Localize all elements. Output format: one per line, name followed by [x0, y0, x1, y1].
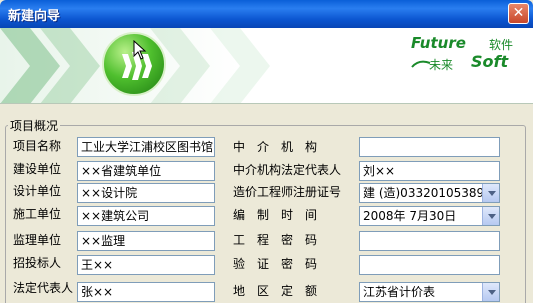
dropdown-arrow-icon[interactable]: [482, 283, 499, 301]
dropdown-arrow-icon[interactable]: [482, 184, 499, 202]
window-title: 新建向导: [8, 9, 61, 24]
label-verify-password: 验 证 密 码: [233, 257, 318, 271]
mouse-cursor-icon: [133, 40, 147, 60]
construction-unit-field[interactable]: ××省建筑单位: [77, 161, 215, 181]
prepare-date-value: 2008年 7月30日: [363, 209, 457, 223]
legal-rep-field[interactable]: 张××: [77, 282, 215, 302]
contractor-field[interactable]: ××建筑公司: [77, 206, 215, 226]
label-supervision-unit: 监理单位: [13, 233, 62, 247]
prepare-date-picker[interactable]: 2008年 7月30日: [359, 206, 500, 226]
label-agency-legal-rep: 中介机构法定代表人: [233, 163, 342, 177]
wizard-banner: Future 软件 未来 Soft: [0, 28, 533, 104]
label-contractor: 施工单位: [13, 207, 62, 221]
brand-cn-bottom-text: 未来: [429, 58, 454, 72]
supervision-unit-field[interactable]: ××监理: [77, 231, 215, 251]
regional-quota-value: 江苏省计价表: [363, 285, 436, 299]
label-bidder: 招投标人: [13, 256, 62, 270]
brand-cn-top-text: 软件: [489, 38, 514, 52]
design-unit-field[interactable]: ××设计院: [77, 183, 215, 203]
dropdown-arrow-icon[interactable]: [482, 207, 499, 225]
label-project-name: 项目名称: [13, 139, 62, 153]
label-agency: 中 介 机 构: [233, 140, 318, 154]
brand-swoosh-icon: [411, 60, 431, 68]
label-prepare-date: 编 制 时 间: [233, 208, 318, 222]
brand-future-text: Future: [411, 34, 466, 52]
label-project-password: 工 程 密 码: [233, 233, 318, 247]
close-button[interactable]: ✕: [508, 3, 529, 24]
label-design-unit: 设计单位: [13, 184, 62, 198]
label-construction-unit: 建设单位: [13, 162, 62, 176]
label-cost-engineer-reg: 造价工程师注册证号: [233, 185, 342, 199]
bidder-field[interactable]: 王××: [77, 255, 215, 275]
brand-logo: Future 软件 未来 Soft: [411, 34, 521, 78]
label-regional-quota: 地 区 定 额: [233, 284, 318, 298]
brand-soft-text: Soft: [471, 52, 509, 71]
cost-engineer-reg-combo[interactable]: 建 (造)03320105389: [359, 183, 500, 203]
label-legal-rep: 法定代表人: [13, 281, 74, 295]
project-name-field[interactable]: 工业大学江浦校区图书馆: [77, 137, 215, 157]
title-bar[interactable]: 新建向导 ✕: [0, 0, 533, 28]
group-label: 项目概况: [8, 117, 61, 135]
cost-engineer-reg-value: 建 (造)03320105389: [363, 186, 485, 200]
regional-quota-combo[interactable]: 江苏省计价表: [359, 282, 500, 302]
agency-field[interactable]: [359, 137, 500, 157]
project-password-field[interactable]: [359, 231, 500, 251]
agency-legal-rep-field[interactable]: 刘××: [359, 161, 500, 181]
verify-password-field[interactable]: [359, 255, 500, 275]
